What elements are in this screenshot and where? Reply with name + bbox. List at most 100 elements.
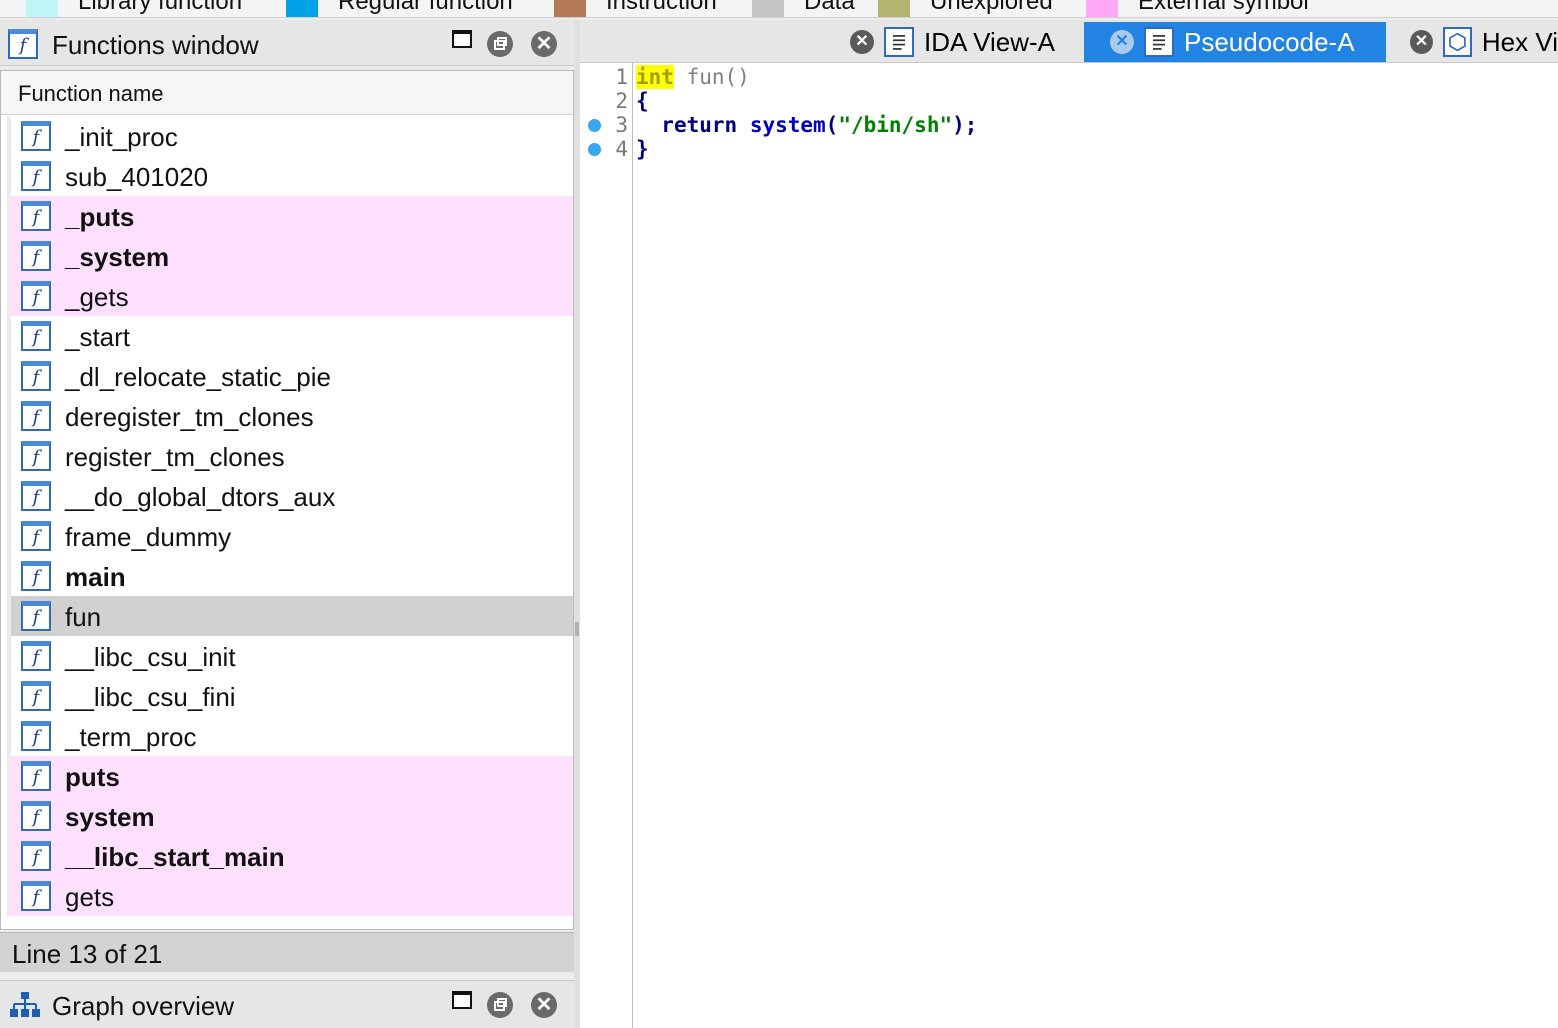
line-number: 4: [615, 137, 628, 161]
legend-item: Regular function: [286, 0, 513, 17]
function-name: system: [65, 802, 155, 832]
legend-item: External symbol: [1086, 0, 1309, 17]
called-function[interactable]: system: [750, 113, 826, 137]
open-brace[interactable]: {: [636, 89, 649, 113]
tab-pseudocode-a[interactable]: ✕ Pseudocode-A: [1084, 22, 1386, 62]
return-keyword[interactable]: return: [661, 113, 737, 137]
row-gutter: [7, 756, 11, 796]
function-icon: f: [21, 561, 51, 591]
legend-swatch: [752, 0, 784, 17]
function-name: _gets: [65, 282, 129, 312]
tab-hex-view[interactable]: ✕ Hex Vi: [1386, 22, 1558, 62]
pseudocode-view[interactable]: 1 int fun() 2 { 3 return system("/bin/sh…: [580, 62, 1558, 1028]
function-name: _puts: [65, 202, 135, 232]
legend-swatch: [878, 0, 910, 17]
function-name: __libc_csu_init: [65, 642, 236, 672]
graph-overview-title: Graph overview: [52, 991, 235, 1021]
maximize-button[interactable]: [452, 991, 472, 1009]
legend-item: Data: [752, 0, 855, 17]
function-name: main: [65, 562, 126, 592]
row-gutter: [7, 196, 11, 236]
legend-label: Unexplored: [930, 0, 1053, 15]
tab-close-icon[interactable]: ✕: [850, 30, 874, 54]
functions-status-bar: Line 13 of 21: [0, 932, 574, 972]
legend-swatch: [26, 0, 58, 17]
code-line-4[interactable]: 4 }: [580, 137, 1558, 161]
line-number-separator: [632, 63, 633, 1028]
maximize-button[interactable]: [452, 30, 472, 48]
tab-close-icon[interactable]: ✕: [1110, 30, 1134, 54]
return-type[interactable]: int: [636, 65, 674, 89]
legend-item: Library function: [26, 0, 242, 17]
function-row[interactable]: f __libc_csu_init: [1, 636, 573, 676]
status-text: Line 13 of 21: [12, 939, 163, 969]
function-name: _dl_relocate_static_pie: [65, 362, 331, 392]
function-row[interactable]: f _init_proc: [1, 116, 573, 156]
restore-button[interactable]: [487, 992, 513, 1018]
legend-label: Regular function: [338, 0, 513, 15]
function-row[interactable]: f __do_global_dtors_aux: [1, 476, 573, 516]
function-icon: f: [21, 721, 51, 751]
function-icon: f: [21, 201, 51, 231]
restore-button[interactable]: [487, 31, 513, 57]
function-row[interactable]: f main: [1, 556, 573, 596]
function-row[interactable]: f _term_proc: [1, 716, 573, 756]
code-line-3[interactable]: 3 return system("/bin/sh");: [580, 113, 1558, 137]
breakpoint-dot-icon[interactable]: [588, 143, 601, 156]
function-icon: f: [21, 521, 51, 551]
tab-close-icon[interactable]: ✕: [1410, 30, 1433, 54]
function-row[interactable]: f __libc_start_main: [1, 836, 573, 876]
row-gutter: [7, 316, 11, 356]
close-button[interactable]: ✕: [531, 992, 557, 1018]
tab-label: Pseudocode-A: [1184, 26, 1355, 57]
legend-label: External symbol: [1138, 0, 1309, 15]
function-icon: f: [21, 761, 51, 791]
breakpoint-dot-icon[interactable]: [588, 119, 601, 132]
close-button[interactable]: ✕: [531, 31, 557, 57]
functions-window-title: Functions window: [52, 30, 259, 60]
function-icon: f: [21, 321, 51, 351]
function-row[interactable]: f __libc_csu_fini: [1, 676, 573, 716]
open-paren: (: [825, 113, 839, 137]
function-row[interactable]: f deregister_tm_clones: [1, 396, 573, 436]
function-row[interactable]: f register_tm_clones: [1, 436, 573, 476]
splitter-handle[interactable]: [575, 622, 579, 636]
function-row[interactable]: f _dl_relocate_static_pie: [1, 356, 573, 396]
function-row[interactable]: f _gets: [1, 276, 573, 316]
row-gutter: [7, 356, 11, 396]
function-row[interactable]: f puts: [1, 756, 573, 796]
close-brace[interactable]: }: [636, 137, 649, 161]
function-name: frame_dummy: [65, 522, 232, 552]
function-name: fun: [65, 602, 102, 632]
function-signature[interactable]: fun(): [674, 65, 750, 89]
tab-ida-view-a[interactable]: ✕ IDA View-A: [834, 22, 1084, 62]
functions-list[interactable]: Function name f _init_proc f sub_401020f _pu…: [0, 70, 574, 930]
line-number: 2: [615, 89, 628, 113]
function-row[interactable]: f _system: [1, 236, 573, 276]
function-row[interactable]: f gets: [1, 876, 573, 916]
legend-item: Instruction: [554, 0, 717, 17]
function-row[interactable]: f _start: [1, 316, 573, 356]
view-tabbar: ✕ IDA View-A ✕ Pseudocode-A ✕ Hex Vi: [580, 20, 1558, 62]
string-literal[interactable]: "/bin/sh": [838, 113, 952, 137]
row-gutter: [7, 596, 11, 636]
function-icon: f: [21, 361, 51, 391]
tab-label: Hex Vi: [1481, 26, 1558, 57]
function-name: _start: [65, 322, 131, 352]
function-row[interactable]: f _puts: [1, 196, 573, 236]
code-line-1[interactable]: 1 int fun(): [580, 65, 1558, 89]
code-line-2[interactable]: 2 {: [580, 89, 1558, 113]
function-rows: f _init_proc f sub_401020 f _puts f _system f _ge…: [1, 116, 573, 916]
function-row[interactable]: f frame_dummy: [1, 516, 573, 556]
function-row[interactable]: f sub_401020: [1, 156, 573, 196]
close-icon: ✕: [535, 33, 553, 55]
disassembly-icon: [884, 27, 914, 57]
legend-swatch: [1086, 0, 1118, 17]
function-icon: f: [21, 481, 51, 511]
column-header-function-name[interactable]: Function name: [1, 71, 573, 115]
function-row[interactable]: f fun: [1, 596, 573, 636]
function-name: deregister_tm_clones: [65, 402, 314, 432]
restore-icon: [494, 37, 507, 50]
function-row[interactable]: f system: [1, 796, 573, 836]
legend-swatch: [554, 0, 586, 17]
